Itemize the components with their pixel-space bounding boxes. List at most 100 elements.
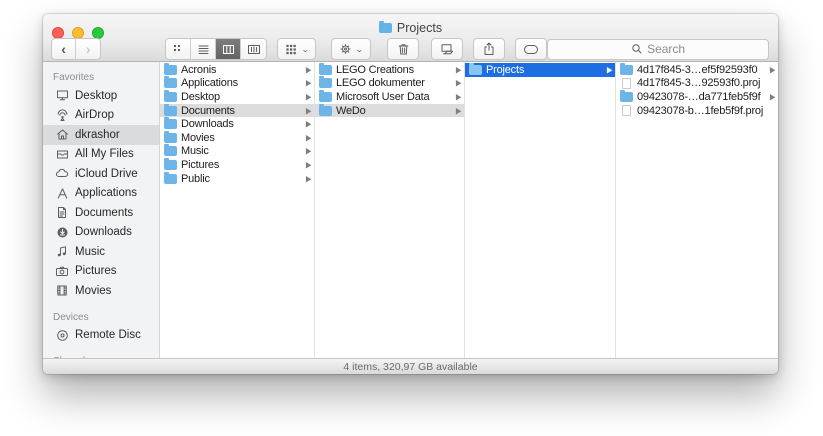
file-name: Projects [486,64,603,76]
chevron-right-icon: ▶ [770,92,775,102]
document-icon [622,105,631,116]
pictures-icon [55,265,69,278]
sidebar-item-music[interactable]: Music [43,242,159,262]
sidebar-item-icloud-drive[interactable]: iCloud Drive [43,164,159,184]
sidebar-item-label: iCloud Drive [75,168,138,180]
screen-sharing-icon [440,43,455,56]
navigation-buttons: ‹ › [51,38,101,60]
sidebar-item-label: Desktop [75,90,117,102]
sidebar-item-label: Documents [75,207,133,219]
sidebar-item-label: All My Files [75,148,134,160]
search-placeholder: Search [647,42,685,56]
back-button[interactable]: ‹ [52,39,76,59]
sidebar-item-all-my-files[interactable]: All My Files [43,145,159,165]
share-icon [483,42,495,56]
file-name: Downloads [181,118,302,130]
list-view-button[interactable] [191,39,216,59]
file-name: 4d17f845-3…92593f0.proj [637,77,775,89]
file-name: LEGO Creations [336,64,452,76]
file-row-acronis[interactable]: Acronis▶ [160,63,314,77]
file-row-09423078-b-1feb5f9f-proj[interactable]: 09423078-b…1feb5f9f.proj [616,104,778,118]
tag-icon [523,44,539,55]
sidebar-item-airdrop[interactable]: AirDrop [43,106,159,126]
file-row-wedo[interactable]: WeDo▶ [315,104,464,118]
window-title-area: Projects [43,20,778,36]
file-row-4d17f845-3-92593f0-proj[interactable]: 4d17f845-3…92593f0.proj [616,77,778,91]
action-menu-button[interactable]: ⌄ [331,38,371,60]
folder-icon [379,23,392,33]
chevron-right-icon: ▶ [456,79,461,89]
chevron-right-icon: ▶ [306,133,311,143]
file-row-lego-creations[interactable]: LEGO Creations▶ [315,63,464,77]
sidebar-item-downloads[interactable]: Downloads [43,223,159,243]
icon-view-button[interactable] [166,39,191,59]
folder-icon [620,65,633,75]
all-my-files-icon [55,148,69,161]
finder-column-4: 4d17f845-3…ef5f92593f0▶4d17f845-3…92593f… [616,62,778,358]
folder-icon [164,106,177,116]
forward-button[interactable]: › [76,39,100,59]
file-row-projects[interactable]: Projects▶ [465,63,615,77]
file-name: Acronis [181,64,302,76]
folder-icon [319,106,332,116]
main-area: Favorites Desktop AirDrop dkrashor All My Fi… [43,62,778,358]
home-icon [55,128,69,141]
back-icon: ‹ [61,41,66,57]
folder-icon [164,92,177,102]
sidebar-item-label: AirDrop [75,109,114,121]
file-row-music[interactable]: Music▶ [160,145,314,159]
title-bar[interactable]: Projects ‹ › [43,14,778,62]
arrange-grid-icon [285,43,297,56]
sidebar-item-movies[interactable]: Movies [43,281,159,301]
tag-button[interactable] [515,38,547,60]
chevron-right-icon: ▶ [306,79,311,89]
disc-icon [55,329,69,342]
file-name: Movies [181,132,302,144]
chevron-right-icon: ▶ [306,119,311,129]
column-view-icon [222,43,235,56]
folder-icon [164,146,177,156]
share-button[interactable] [473,38,505,60]
trash-icon [397,42,410,56]
arrange-button[interactable]: ⌄ [277,38,316,60]
sidebar-item-label: Pictures [75,265,117,277]
folder-icon [469,65,482,75]
file-row-09423078-da771feb5f9f[interactable]: 09423078-…da771feb5f9f▶ [616,90,778,104]
chevron-right-icon: ▶ [456,92,461,102]
airdrop-icon [55,109,69,122]
search-input[interactable]: Search [547,39,769,60]
column-view-button[interactable] [216,39,241,59]
icon-view-icon [172,43,185,56]
file-name: WeDo [336,105,452,117]
sidebar-item-label: Movies [75,285,111,297]
file-row-documents[interactable]: Documents▶ [160,104,314,118]
delete-button[interactable] [387,38,419,60]
sidebar-item-desktop[interactable]: Desktop [43,86,159,106]
file-row-downloads[interactable]: Downloads ▶ [160,117,314,131]
sidebar-item-remote-disc[interactable]: Remote Disc [43,326,159,346]
status-text: 4 items, 320,97 GB available [343,361,477,373]
file-row-pictures[interactable]: Pictures▶ [160,158,314,172]
sidebar-item-applications[interactable]: Applications [43,184,159,204]
file-row-public[interactable]: Public▶ [160,172,314,186]
file-name: Microsoft User Data [336,91,452,103]
connect-devices-button[interactable] [431,38,463,60]
list-view-icon [197,43,210,56]
sidebar-section-header-favorites: Favorites [43,68,159,86]
file-row-desktop[interactable]: Desktop▶ [160,90,314,104]
file-name: 4d17f845-3…ef5f92593f0 [637,64,766,76]
icloud-icon [55,167,69,180]
file-name: 09423078-b…1feb5f9f.proj [637,105,775,117]
coverflow-view-button[interactable] [241,39,266,59]
folder-icon [620,92,633,102]
file-row-microsoft-user-data[interactable]: Microsoft User Data ▶ [315,90,464,104]
sidebar-item-documents[interactable]: Documents [43,203,159,223]
sidebar-item-pictures[interactable]: Pictures [43,262,159,282]
file-row-4d17f845-3-ef5f92593f0[interactable]: 4d17f845-3…ef5f92593f0▶ [616,63,778,77]
sidebar-item-dkrashor[interactable]: dkrashor [43,125,159,145]
file-row-applications[interactable]: Applications▶ [160,77,314,91]
folder-icon [164,133,177,143]
file-row-movies[interactable]: Movies ▶ [160,131,314,145]
chevron-down-icon: ⌄ [301,45,310,54]
file-row-lego-dokumenter[interactable]: LEGO dokumenter▶ [315,77,464,91]
